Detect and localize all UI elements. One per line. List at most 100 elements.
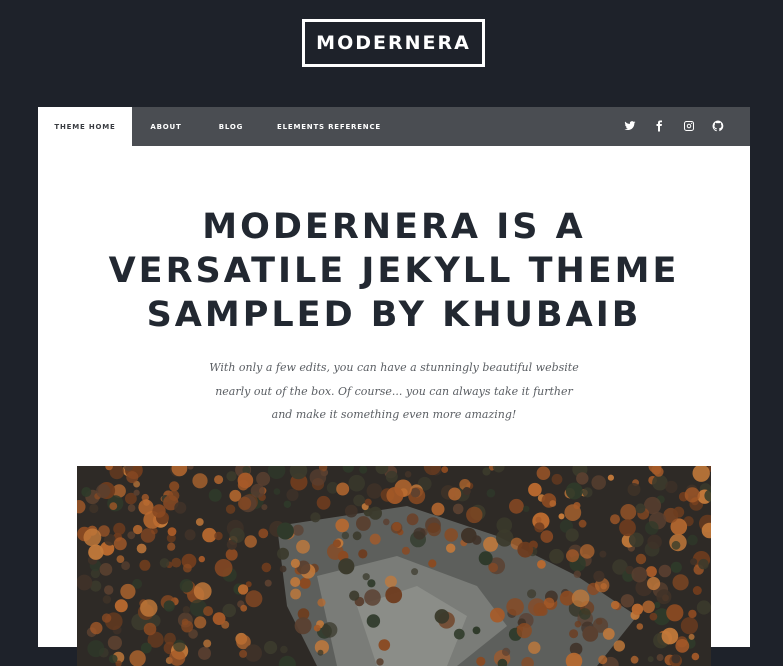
tree-canopy — [81, 487, 91, 497]
site-logo[interactable]: MODERNERA — [302, 19, 485, 67]
tree-canopy — [656, 589, 671, 604]
tree-canopy — [466, 507, 482, 523]
tree-canopy — [479, 551, 493, 565]
tree-canopy — [356, 516, 371, 531]
tree-canopy — [461, 528, 477, 544]
tree-canopy — [108, 636, 122, 650]
tree-canopy — [582, 487, 592, 497]
tree-canopy — [183, 606, 190, 613]
tree-canopy — [579, 520, 587, 528]
tree-canopy — [549, 500, 556, 507]
tree-canopy — [113, 523, 125, 535]
tree-canopy — [566, 549, 579, 562]
tree-canopy — [673, 507, 684, 518]
tree-canopy — [685, 487, 700, 502]
tree-canopy — [120, 584, 135, 599]
tree-canopy — [363, 573, 370, 580]
tree-canopy — [251, 484, 265, 498]
tree-canopy — [168, 527, 177, 536]
tree-canopy — [256, 472, 270, 486]
tree-canopy — [128, 504, 136, 512]
nav-item-about[interactable]: ABOUT — [138, 107, 194, 146]
tree-canopy — [199, 556, 205, 562]
tree-canopy — [139, 560, 150, 571]
tree-canopy — [141, 528, 156, 543]
tree-canopy — [238, 497, 251, 510]
tree-canopy — [662, 628, 679, 645]
nav-item-theme-home[interactable]: THEME HOME — [38, 107, 132, 146]
tree-canopy — [196, 518, 204, 526]
tree-canopy — [245, 590, 262, 607]
tree-canopy — [245, 535, 257, 547]
tree-canopy — [386, 471, 398, 483]
tree-canopy — [411, 488, 421, 498]
intro-line-2: nearly out of the box. Of course... you … — [215, 385, 573, 398]
tree-canopy — [432, 503, 445, 516]
tree-canopy — [566, 528, 579, 541]
tree-canopy — [183, 564, 192, 573]
tree-canopy — [385, 587, 402, 604]
tree-canopy — [517, 623, 532, 638]
tree-canopy — [692, 653, 700, 661]
tree-canopy — [121, 561, 130, 570]
tree-canopy — [435, 609, 450, 624]
tree-canopy — [672, 541, 681, 550]
tree-canopy — [84, 529, 102, 547]
tree-canopy — [539, 607, 548, 616]
tree-canopy — [476, 657, 485, 666]
tree-canopy — [290, 589, 301, 600]
tree-canopy — [647, 535, 662, 550]
tree-canopy — [552, 474, 563, 485]
tree-canopy — [527, 589, 536, 598]
tree-canopy — [647, 577, 660, 590]
nav-item-elements-reference[interactable]: ELEMENTS REFERENCE — [270, 107, 388, 146]
tree-canopy — [209, 489, 222, 502]
tree-canopy — [490, 608, 505, 623]
tree-canopy — [353, 531, 362, 540]
tree-canopy — [650, 613, 658, 621]
tree-canopy — [687, 535, 698, 546]
intro-line-1: With only a few edits, you can have a st… — [209, 361, 578, 374]
tree-canopy — [160, 558, 170, 568]
tree-canopy — [274, 488, 281, 495]
instagram-icon[interactable] — [682, 119, 696, 133]
tree-canopy — [103, 595, 111, 603]
tree-canopy — [534, 522, 544, 532]
tree-canopy — [238, 473, 254, 489]
tree-canopy — [262, 563, 272, 573]
tree-canopy — [286, 489, 298, 501]
nav-item-blog[interactable]: BLOG — [208, 107, 254, 146]
tree-canopy — [258, 529, 268, 539]
tree-canopy — [427, 523, 441, 537]
tree-canopy — [213, 612, 226, 625]
tree-canopy — [169, 481, 179, 491]
tree-canopy — [559, 513, 565, 519]
tree-canopy — [264, 641, 277, 654]
main-card: THEME HOME ABOUT BLOG ELEMENTS REFERENCE… — [38, 107, 750, 647]
tree-canopy — [115, 599, 128, 612]
tree-canopy — [608, 475, 614, 481]
tree-canopy — [541, 530, 554, 543]
tree-canopy — [454, 629, 465, 640]
tree-canopy — [637, 623, 644, 630]
tree-canopy — [379, 639, 391, 651]
twitter-icon[interactable] — [623, 119, 637, 133]
tree-canopy — [370, 534, 381, 545]
tree-canopy — [610, 514, 620, 524]
tree-canopy — [621, 594, 634, 607]
tree-canopy — [688, 610, 696, 618]
tree-canopy — [114, 537, 127, 550]
tree-canopy — [245, 644, 262, 661]
tree-canopy — [405, 471, 412, 478]
tree-canopy — [280, 646, 288, 654]
tree-canopy — [194, 616, 206, 628]
tree-canopy — [386, 487, 403, 504]
facebook-icon[interactable] — [652, 119, 666, 133]
tree-canopy — [102, 613, 111, 622]
tree-canopy — [317, 496, 331, 510]
tree-canopy — [238, 584, 248, 594]
github-icon[interactable] — [711, 119, 725, 133]
tree-canopy — [336, 483, 349, 496]
tree-canopy — [133, 525, 142, 534]
tree-canopy — [446, 544, 455, 553]
